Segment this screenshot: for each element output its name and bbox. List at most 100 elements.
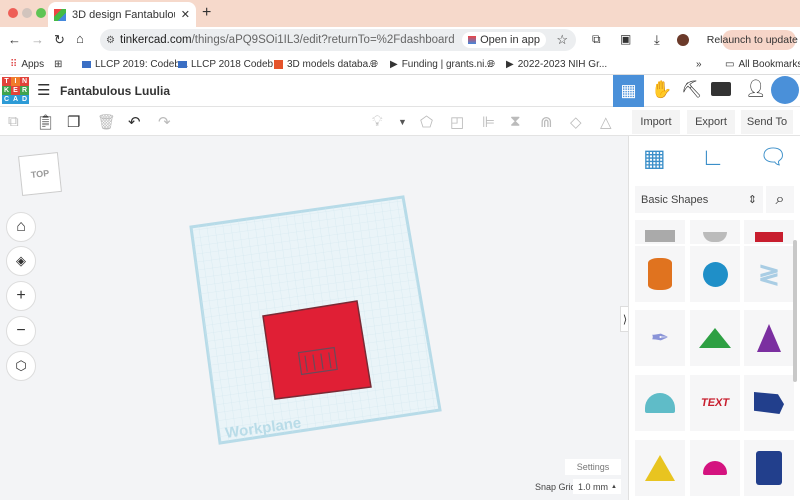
reading-list-icon[interactable]: ▣: [620, 32, 631, 46]
sim-lab-icon[interactable]: ✋: [651, 80, 672, 100]
bookmark-favicon-icon: [82, 60, 91, 68]
url-bar[interactable]: ⚙ tinkercad.com/things/aPQ9SOi1IL3/edit?…: [100, 29, 576, 51]
shape-hexagonal-prism[interactable]: [744, 440, 794, 496]
home-icon[interactable]: ⌂: [76, 31, 84, 46]
minimize-window-button[interactable]: [22, 8, 32, 18]
design-list-icon[interactable]: ☰: [37, 81, 50, 99]
undo-icon[interactable]: ↶: [128, 113, 141, 131]
settings-label: Settings: [576, 462, 610, 472]
snap-grid-select[interactable]: 1.0 mm ▲: [573, 479, 621, 494]
duplicate-icon[interactable]: ❐: [67, 113, 80, 131]
extensions-icon[interactable]: ⧉: [592, 32, 601, 47]
new-tab-button[interactable]: +: [202, 4, 211, 22]
shape-half-cylinder[interactable]: [635, 375, 685, 431]
bookmark-label: 3D models databa...: [287, 58, 377, 70]
shape-sphere[interactable]: [690, 246, 740, 302]
shape-roof[interactable]: [744, 220, 794, 244]
reload-icon[interactable]: ↻: [54, 32, 65, 48]
close-tab-icon[interactable]: ✕: [181, 8, 190, 21]
maximize-window-button[interactable]: [36, 8, 46, 18]
shape-wedge[interactable]: [690, 310, 740, 366]
settings-button[interactable]: Settings: [565, 459, 621, 475]
align-icon[interactable]: ⊫: [482, 113, 495, 131]
all-bookmarks[interactable]: ▭ All Bookmarks: [725, 59, 800, 70]
text-shape-icon: TEXT: [699, 397, 731, 409]
ungroup-icon[interactable]: ◰: [450, 113, 464, 131]
tab-groups-icon[interactable]: ⊞: [54, 59, 62, 70]
folder-icon: ▭: [725, 58, 735, 70]
ruler-icon[interactable]: ∟: [701, 144, 725, 172]
shape-cone[interactable]: [744, 310, 794, 366]
workplane-icon[interactable]: △: [600, 113, 612, 131]
bookmark-funding[interactable]: ▶ Funding | grants.ni...: [390, 59, 493, 70]
shape-half-sphere[interactable]: [690, 440, 740, 496]
copy-icon[interactable]: ⧉: [8, 113, 19, 130]
notes-icon[interactable]: 🗨︎: [759, 144, 787, 170]
edit-toolbar: ⧉ 📋︎ ❐ 🗑︎ ↶ ↷ 💡︎ ▼ ⬠ ◰ ⊫ ⧗ ⋒ ◇ △ Import …: [0, 107, 800, 136]
hexagonal-prism-icon: [756, 451, 782, 485]
bookmark-star-icon[interactable]: ☆: [556, 32, 568, 48]
send-to-button[interactable]: Send To: [741, 110, 793, 134]
panel-scrollbar[interactable]: [793, 240, 797, 382]
dropdown-arrow-icon[interactable]: ▼: [398, 117, 407, 127]
add-user-icon[interactable]: 👤︎: [745, 79, 767, 99]
shape-cylinder[interactable]: [635, 246, 685, 302]
bookmark-llcp-2019[interactable]: LLCP 2019: Codeb...: [82, 59, 188, 70]
shape-generator[interactable]: ✒: [635, 310, 685, 366]
more-bookmarks-icon[interactable]: »: [696, 59, 702, 70]
workplane-grid-icon[interactable]: ▦: [643, 144, 666, 173]
design-title[interactable]: Fantabulous Luulia: [60, 84, 170, 98]
download-icon[interactable]: ⤓: [654, 32, 660, 48]
paste-icon[interactable]: 📋︎: [36, 113, 55, 131]
shape-cylinder-striped[interactable]: [690, 220, 740, 244]
delete-icon[interactable]: 🗑︎: [97, 113, 116, 131]
browser-tab[interactable]: 3D design Fantabulous Luulia ✕: [48, 2, 196, 27]
design-canvas[interactable]: TOP ⌂ ◈ + − ⬡ Workplane Settings Snap Gr…: [0, 136, 630, 500]
wedge-icon: [699, 328, 731, 348]
back-icon[interactable]: ←: [8, 32, 21, 47]
bricks-icon[interactable]: [711, 82, 731, 96]
bookmark-nih[interactable]: ▶ 2022-2023 NIH Gr...: [506, 59, 607, 70]
site-info-icon[interactable]: ⚙: [106, 35, 115, 46]
tinkercad-logo[interactable]: TINKERCAD: [2, 77, 29, 104]
snap-grid-label: Snap Grid: [535, 482, 576, 492]
mirror-icon[interactable]: ⧗: [510, 113, 521, 130]
open-in-app-button[interactable]: Open in app: [462, 32, 546, 48]
group-icon[interactable]: ⬠: [420, 113, 433, 131]
pyramid-icon: [645, 455, 675, 481]
dropdown-arrow-icon: ▲: [611, 483, 617, 490]
3d-design-view-button[interactable]: ▦: [613, 75, 644, 107]
import-button[interactable]: Import: [632, 110, 680, 134]
search-shapes-button[interactable]: ⌕: [766, 186, 794, 213]
globe-icon[interactable]: 🌐︎: [487, 59, 495, 70]
redo-icon[interactable]: ↷: [158, 113, 171, 131]
export-button[interactable]: Export: [687, 110, 735, 134]
bookmark-label: Funding | grants.ni...: [401, 58, 493, 70]
relaunch-button[interactable]: Relaunch to update ⋮: [707, 30, 798, 50]
globe-icon[interactable]: 🌐︎: [370, 59, 378, 70]
bookmark-apps[interactable]: ⠿ Apps: [10, 59, 44, 70]
search-icon: ⌕: [775, 190, 785, 208]
close-window-button[interactable]: [8, 8, 18, 18]
roof-icon: [755, 232, 783, 242]
magnet-icon[interactable]: ⋒: [540, 113, 553, 131]
bookmarks-bar: ⠿ Apps ⊞ LLCP 2019: Codeb... LLCP 2018 Co…: [0, 54, 800, 75]
ruler-icon[interactable]: ◇: [570, 113, 582, 131]
bookmark-llcp-2018[interactable]: LLCP 2018 Codeb...: [178, 59, 281, 70]
shape-pyramid[interactable]: [635, 440, 685, 496]
bookmark-3d-models[interactable]: 3D models databa...: [274, 59, 377, 70]
send-to-label: Send To: [746, 116, 788, 128]
shape-category-select[interactable]: Basic Shapes ⇕: [635, 186, 763, 213]
bookmark-label: All Bookmarks: [738, 58, 800, 70]
shape-box[interactable]: [635, 220, 685, 244]
chevron-right-icon: ⟩: [622, 313, 628, 326]
shape-polygon[interactable]: [744, 375, 794, 431]
user-avatar[interactable]: [771, 76, 799, 104]
light-bulb-icon[interactable]: 💡︎: [372, 113, 383, 130]
tab-title: 3D design Fantabulous Luulia: [72, 8, 175, 21]
pickaxe-icon[interactable]: ⛏: [681, 80, 703, 100]
shape-scribble[interactable]: ≷: [744, 246, 794, 302]
profile-avatar[interactable]: [677, 34, 689, 46]
forward-icon[interactable]: →: [31, 32, 44, 47]
shape-text[interactable]: TEXT: [690, 375, 740, 431]
